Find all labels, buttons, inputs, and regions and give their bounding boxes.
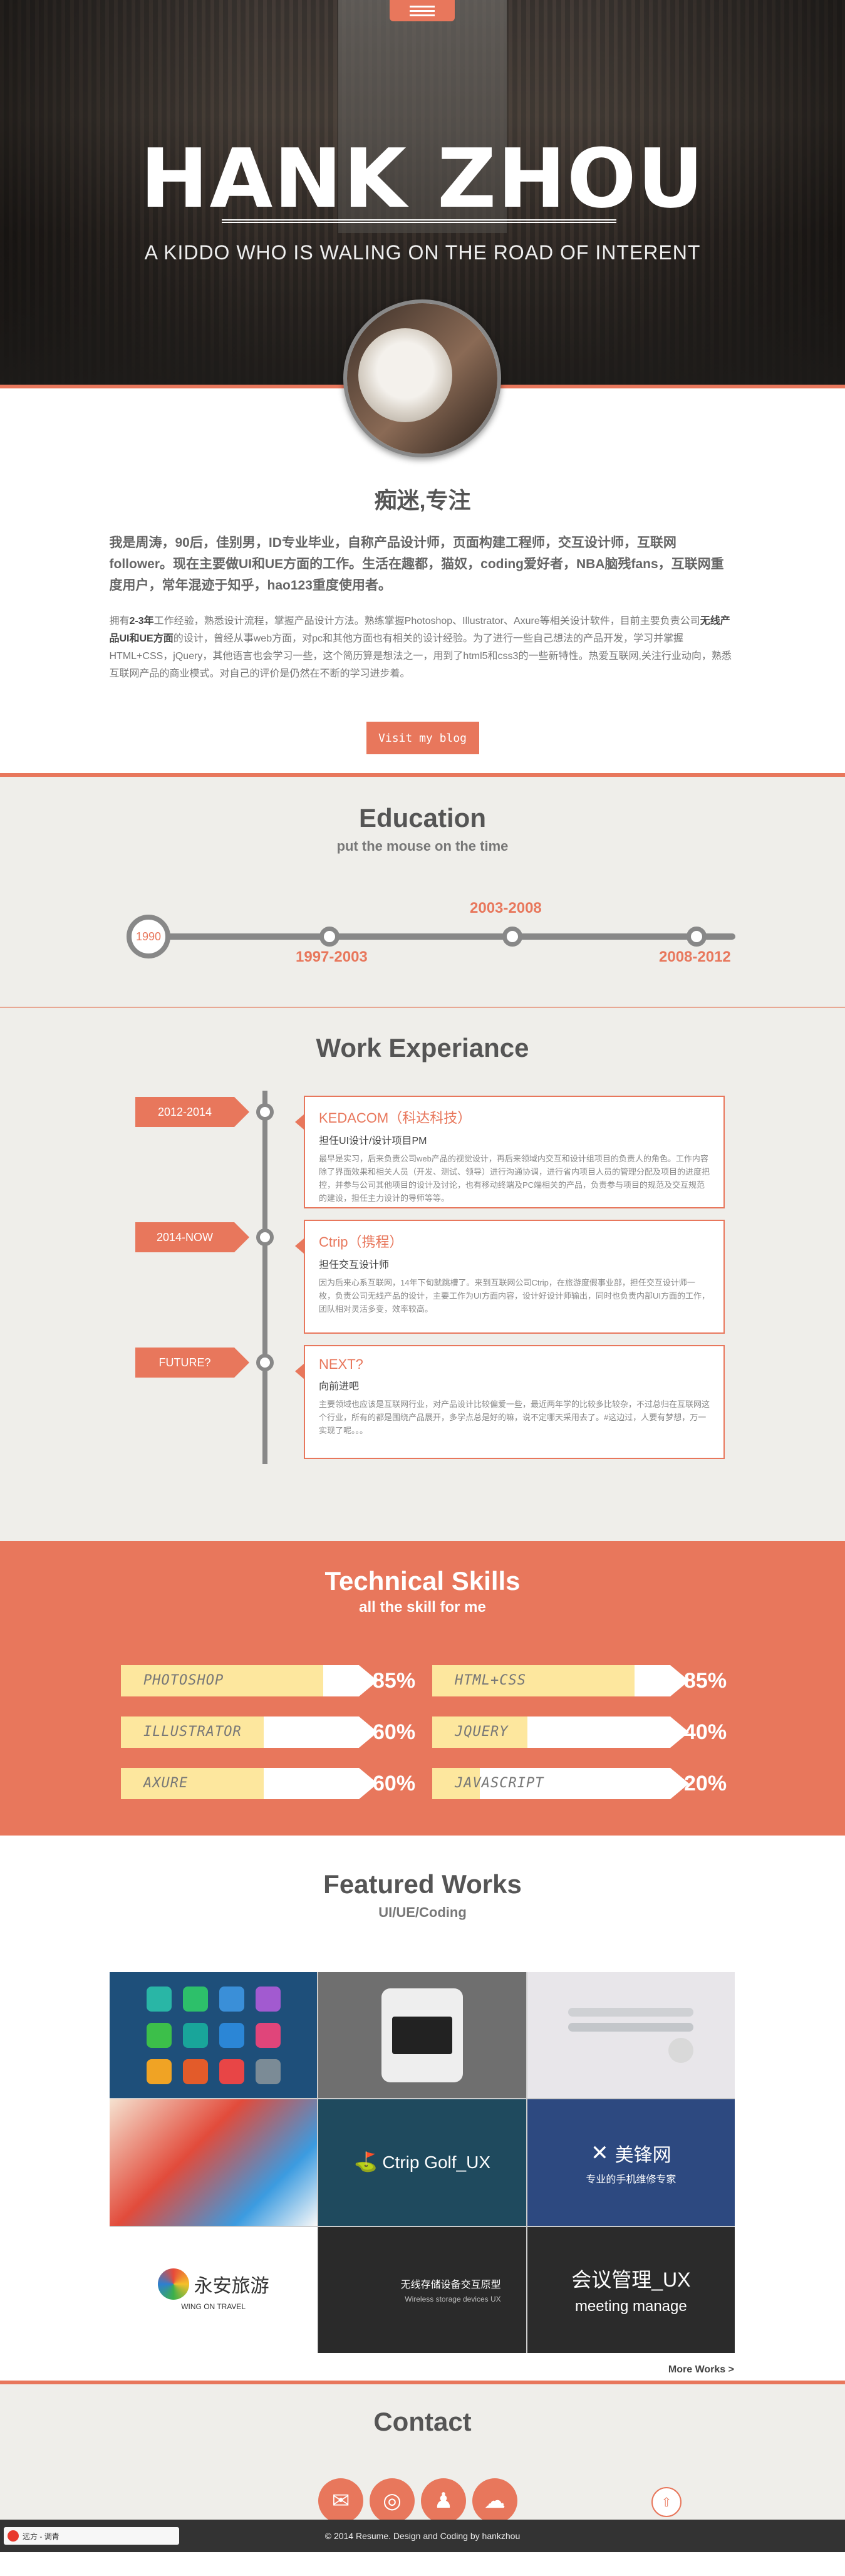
golf-flag-icon: ⛳ [353,2152,378,2173]
work-tile-meifeng[interactable]: ✕ 美锋网 专业的手机维修专家 [527,2099,735,2226]
featured-subtitle: UI/UE/Coding [378,1904,467,1920]
intro-lead: 我是周涛，90后，佳别男，ID专业毕业，自称产品设计师，页面构建工程师，交互设计… [109,536,724,593]
skill-photoshop: PHOTOSHOP 85% [121,1665,434,1696]
app-icon [146,2059,172,2084]
hero-divider [222,219,616,223]
app-icon [219,2022,244,2048]
cat-photo [358,328,452,422]
timeline-node[interactable] [502,927,522,947]
mail-icon[interactable]: ✉ [318,2478,363,2523]
tools-icon: ✕ [591,2141,609,2165]
timeline-label: 2003-2008 [470,900,542,917]
work-tile-web-pages[interactable] [110,2099,318,2226]
intro-title: 痴迷,专注 [374,487,471,513]
work-tile-device[interactable] [318,1972,526,2099]
skill-axure: AXURE 60% [121,1768,434,1799]
music-icon [8,2530,19,2542]
work-company: KEDACOM（科达科技） [319,1110,472,1126]
work-company: Ctrip（携程） [319,1234,403,1250]
timeline-label: 2008-2012 [659,948,731,965]
timeline-node-1990[interactable]: 1990 [127,915,170,958]
device-illustration [381,1988,463,2082]
social-links: ✉ ◎ ♟ ☁ ⇧ [0,2478,845,2523]
skills-title: Technical Skills [324,1566,521,1596]
work-period-tag: 2012-2014 [135,1097,249,1127]
app-icon [219,2059,244,2084]
more-works-link[interactable]: More Works > [668,2364,734,2376]
skill-jquery: JQUERY 40% [432,1716,745,1748]
wingon-logo-icon [157,2268,189,2300]
work-tile-app-icons[interactable] [110,1972,318,2099]
wechat-icon[interactable]: ☁ [472,2478,517,2523]
education-title: Education [358,803,486,833]
hero-title: HANK ZHOU [140,131,705,226]
app-icon [182,1986,208,2012]
app-icon [146,2022,172,2048]
work-period-tag: 2014-NOW [135,1222,249,1252]
intro-body: 拥有2-3年工作经验，熟悉设计流程，掌握产品设计方法。熟练掌握Photoshop… [109,616,732,679]
hamburger-icon [410,5,435,8]
skills-section: Technical Skills all the skill for me PH… [0,1541,845,1836]
work-desc: 主要领域也应该是互联网行业，对产品设计比较偏爱一些，最近两年学的比较多比较杂，不… [319,1400,710,1435]
work-timeline [262,1091,267,1464]
featured-works-section: Featured Works UI/UE/Coding ⛳ Ctrip Golf… [0,1836,845,2381]
skills-subtitle: all the skill for me [359,1599,486,1616]
avatar [343,299,501,457]
back-to-top-icon[interactable]: ⇧ [651,2487,682,2517]
copyright-text: © 2014 Resume. Design and Coding by hank… [324,2531,521,2541]
footer: 远方 - 调青 © 2014 Resume. Design and Coding… [0,2520,845,2552]
work-timeline-dot [256,1228,274,1246]
education-subtitle: put the mouse on the time [336,838,509,854]
app-icon [255,2022,281,2048]
weibo-icon[interactable]: ◎ [370,2478,415,2523]
work-timeline-dot [256,1103,274,1121]
app-icon [146,1986,172,2012]
work-card: KEDACOM（科达科技） 担任UI设计/设计项目PM 最早是实习，后来负责公司… [295,1096,725,1208]
work-tile-storage[interactable]: 无线存储设备交互原型 Wireless storage devices UX [318,2226,526,2353]
work-timeline-dot [256,1354,274,1371]
work-tile-ui-kit[interactable] [527,1972,735,2099]
work-section: Work Experiance 2012-2014 KEDACOM（科达科技） … [0,1008,845,1541]
contact-section: Contact ✉ ◎ ♟ ☁ ⇧ [0,2381,845,2523]
work-role: 担任交互设计师 [319,1260,390,1270]
timeline-node[interactable] [319,927,340,947]
app-icon [255,2059,281,2084]
menu-button[interactable] [390,0,455,21]
skill-illustrator: ILLUSTRATOR 60% [121,1716,434,1748]
work-title: Work Experiance [316,1033,529,1062]
education-section: Education put the mouse on the time 1990… [0,777,845,1008]
work-tile-meeting[interactable]: 会议管理_UX meeting manage [527,2226,735,2353]
featured-title: Featured Works [323,1869,522,1899]
work-desc: 因为后来心系互联网，14年下旬就跳槽了。来到互联网公司Ctrip，在旅游度假事业… [319,1278,710,1314]
visit-blog-button[interactable]: Visit my blog [366,722,479,754]
timeline-label: 1997-2003 [296,948,368,965]
hero-subtitle: A KIDDO WHO IS WALING ON THE ROAD OF INT… [144,241,701,264]
skill-html-css: HTML+CSS 85% [432,1665,745,1696]
music-player[interactable]: 远方 - 调青 [4,2527,179,2545]
work-role: 担任UI设计/设计项目PM [319,1136,427,1146]
education-timeline: 1990 1997-2003 2003-2008 2008-2012 [127,900,735,965]
work-card: NEXT? 向前进吧 主要领域也应该是互联网行业，对产品设计比较偏爱一些，最近两… [295,1345,725,1459]
work-tile-ctrip-golf[interactable]: ⛳ Ctrip Golf_UX [318,2099,526,2226]
app-icon [182,2059,208,2084]
work-role: 向前进吧 [319,1381,360,1392]
work-period-tag: FUTURE? [135,1348,249,1378]
works-grid: ⛳ Ctrip Golf_UX ✕ 美锋网 专业的手机维修专家 永安旅游 WIN… [110,1972,735,2353]
app-icon [182,2022,208,2048]
contact-title: Contact [373,2407,472,2436]
app-icon [255,1986,281,2012]
qq-icon[interactable]: ♟ [421,2478,466,2523]
timeline-node[interactable] [687,927,707,947]
work-card: Ctrip（携程） 担任交互设计师 因为后来心系互联网，14年下旬就跳槽了。来到… [295,1220,725,1334]
work-desc: 最早是实习，后来负责公司web产品的视觉设计，再后来领域内交互和设计组项目的负责… [319,1154,710,1203]
app-icon [219,1986,244,2012]
skill-javascript: JAVASCRIPT 20% [432,1768,745,1799]
work-tile-wingon[interactable]: 永安旅游 WING ON TRAVEL [110,2226,318,2353]
work-company: NEXT? [319,1356,363,1372]
